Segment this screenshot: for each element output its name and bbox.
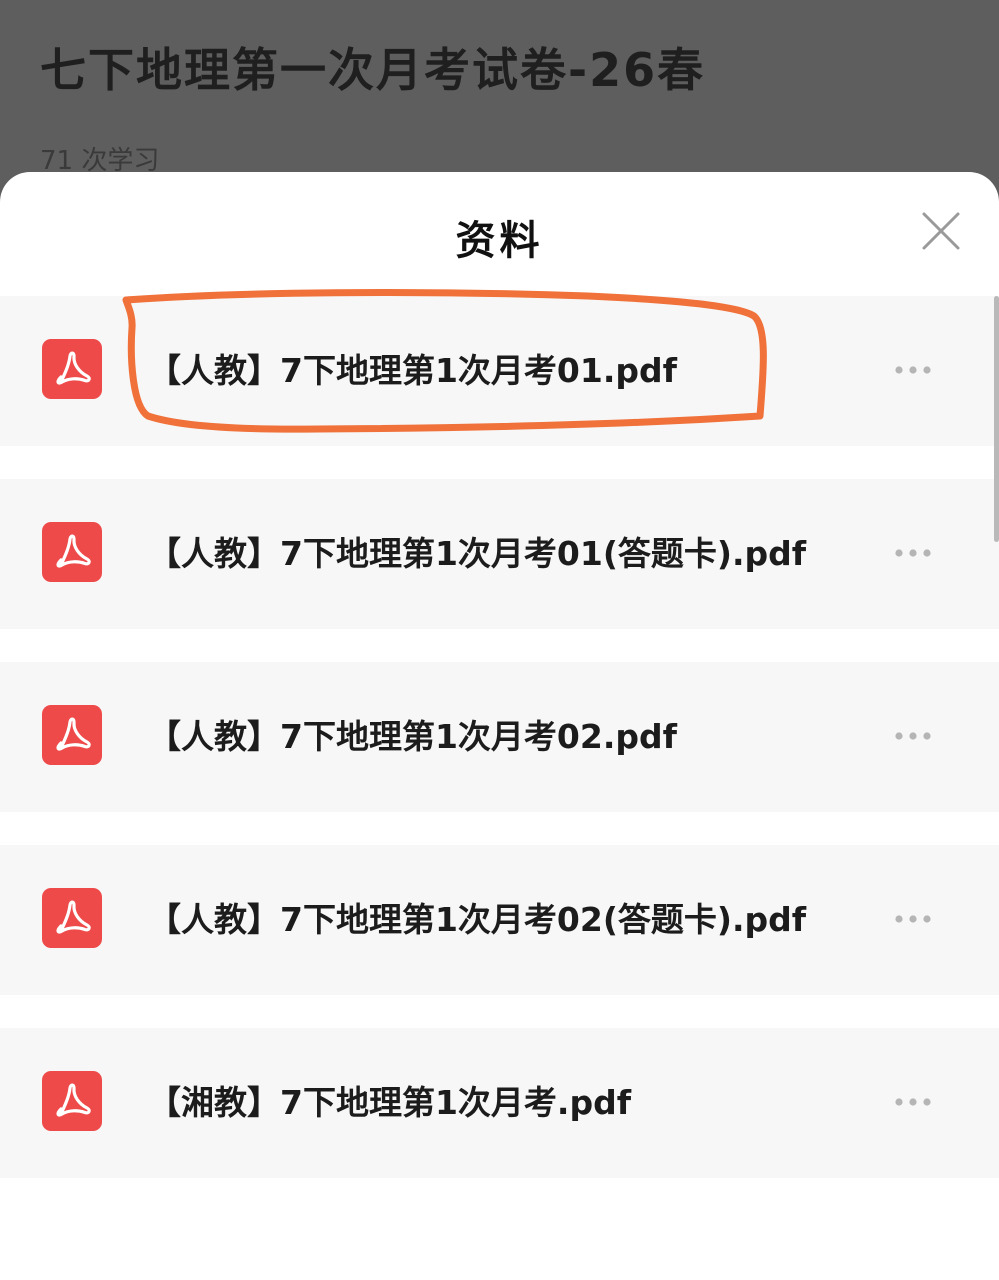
file-name: 【湘教】7下地理第1次月考.pdf xyxy=(148,1083,632,1122)
more-button[interactable] xyxy=(888,904,938,934)
page-title: 七下地理第一次月考试卷-26春 xyxy=(40,43,706,97)
sheet-header: 资料 xyxy=(0,172,999,296)
close-button[interactable] xyxy=(918,208,964,254)
scrollbar[interactable] xyxy=(994,296,999,542)
pdf-icon xyxy=(42,339,102,399)
file-item[interactable]: 【湘教】7下地理第1次月考.pdf xyxy=(0,1028,999,1178)
pdf-icon xyxy=(42,888,102,948)
file-name: 【人教】7下地理第1次月考02.pdf xyxy=(148,717,677,756)
more-button[interactable] xyxy=(888,721,938,751)
more-icon xyxy=(895,915,931,923)
materials-sheet: 资料 【人教】7下地理第1次月考01.pdf 【人教】7下地理第1次月考01(答… xyxy=(0,172,999,1280)
more-button[interactable] xyxy=(888,1087,938,1117)
more-button[interactable] xyxy=(888,538,938,568)
file-item[interactable]: 【人教】7下地理第1次月考01.pdf xyxy=(0,296,999,446)
more-icon xyxy=(895,1098,931,1106)
more-button[interactable] xyxy=(888,355,938,385)
more-icon xyxy=(895,732,931,740)
pdf-icon xyxy=(42,1071,102,1131)
file-item[interactable]: 【人教】7下地理第1次月考01(答题卡).pdf xyxy=(0,479,999,629)
file-item[interactable]: 【人教】7下地理第1次月考02.pdf xyxy=(0,662,999,812)
file-name: 【人教】7下地理第1次月考01(答题卡).pdf xyxy=(148,534,807,573)
more-icon xyxy=(895,549,931,557)
file-name: 【人教】7下地理第1次月考01.pdf xyxy=(148,351,677,390)
pdf-icon xyxy=(42,705,102,765)
file-item[interactable]: 【人教】7下地理第1次月考02(答题卡).pdf xyxy=(0,845,999,995)
sheet-title: 资料 xyxy=(455,218,544,264)
pdf-icon xyxy=(42,522,102,582)
file-name: 【人教】7下地理第1次月考02(答题卡).pdf xyxy=(148,900,807,939)
more-icon xyxy=(895,366,931,374)
close-icon xyxy=(922,212,960,250)
